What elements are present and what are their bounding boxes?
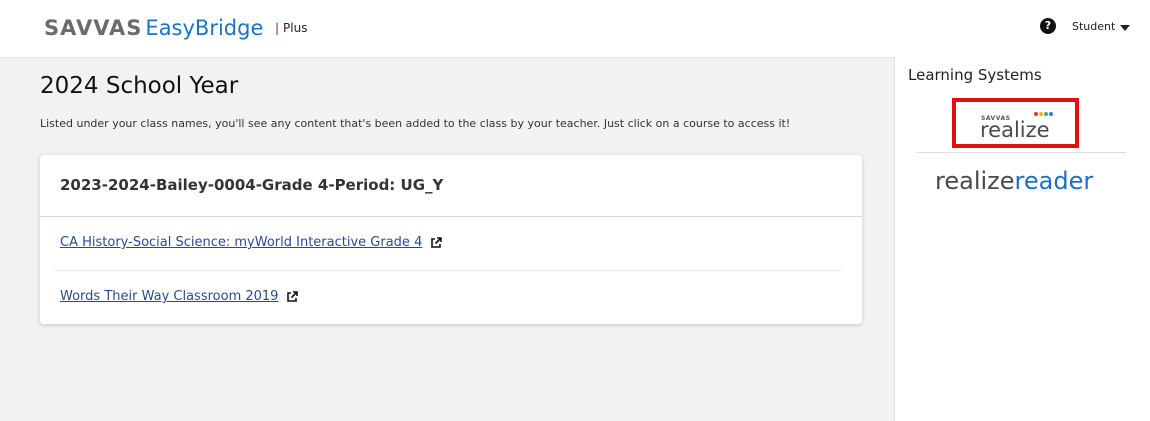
plan-label: Plus [283,21,308,35]
brand-logo[interactable]: SAVVAS EasyBridge [44,16,263,40]
side-divider [917,152,1126,153]
course-item: CA History-Social Science: myWorld Inter… [60,235,443,250]
course-item: Words Their Way Classroom 2019 [60,289,299,304]
realize-reader-logo-button[interactable]: realize reader [935,167,1093,195]
plan-badge: | Plus [275,21,307,35]
page-title: 2024 School Year [40,73,239,99]
class-name: 2023-2024-Bailey-0004-Grade 4-Period: UG… [60,176,444,194]
row-divider [54,270,842,271]
realize-dots-icon [1034,112,1054,116]
course-link-history[interactable]: CA History-Social Science: myWorld Inter… [60,235,422,250]
external-link-icon[interactable] [430,236,443,249]
reader-part-realize: realize [935,167,1015,195]
user-menu-button[interactable]: Student [1072,20,1131,33]
help-icon[interactable]: ? [1040,18,1056,34]
realize-logo-button[interactable]: SAVVAS realize [952,98,1079,148]
dot-green [1044,112,1048,116]
card-divider [40,216,862,217]
brand-easybridge: EasyBridge [145,16,264,40]
external-link-icon[interactable] [286,290,299,303]
top-header: SAVVAS EasyBridge | Plus ? Student [0,0,1150,58]
course-link-words-their-way[interactable]: Words Their Way Classroom 2019 [60,289,278,304]
learning-systems-panel: Learning Systems SAVVAS realize realize … [894,57,1150,421]
class-card: 2023-2024-Bailey-0004-Grade 4-Period: UG… [40,155,862,324]
dot-red [1034,112,1038,116]
dot-blue [1049,112,1053,116]
dot-yellow [1039,112,1043,116]
page-subtitle: Listed under your class names, you'll se… [40,117,791,130]
reader-part-reader: reader [1014,167,1094,195]
plan-divider: | [275,21,280,35]
brand-savvas: SAVVAS [44,16,143,40]
realize-word: realize [980,118,1050,142]
learning-systems-title: Learning Systems [908,66,1042,84]
user-label: Student [1072,20,1116,33]
chevron-down-icon [1120,24,1131,31]
